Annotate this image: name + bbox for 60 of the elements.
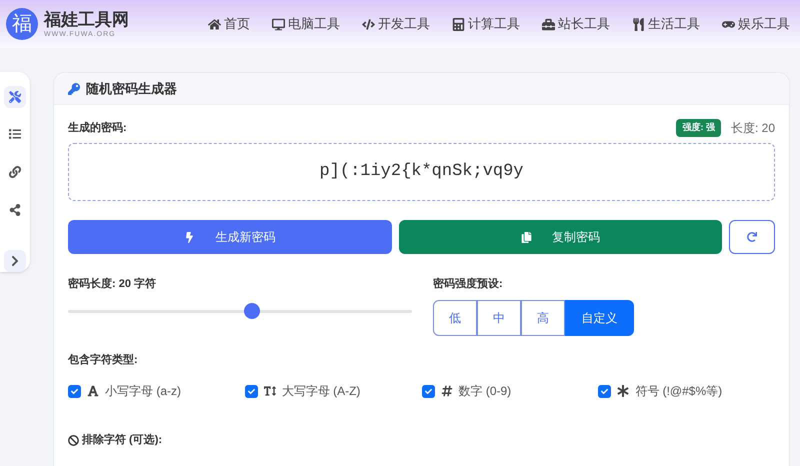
tools-icon [9,90,21,103]
hashtag-icon [440,385,452,397]
exclude-label: 排除字符 (可选): [82,432,162,448]
password-display: p](:1iy2{k*qnSk;vq9y [68,143,775,201]
utensils-icon [632,18,645,30]
desktop-icon [272,18,285,30]
preset-button[interactable]: 中 [477,300,521,336]
toolbox-icon [542,18,555,30]
preset-button[interactable]: 低 [433,300,477,336]
text-height-icon [264,385,276,397]
site-name: 福娃工具网 [44,10,129,30]
logo-badge: 福 [6,8,38,40]
nav-link[interactable]: 开发工具 [362,14,430,34]
chevron-right-icon [9,255,21,268]
type-checkbox[interactable] [422,384,434,398]
asterisk-icon [617,385,630,397]
length-label: 密码长度: 20 字符 [68,276,158,292]
list-icon [9,128,21,140]
nav-link[interactable]: 娱乐工具 [722,14,790,34]
preset-label: 密码强度预设: [433,276,504,292]
type-label: 数字 (0-9) [458,383,512,400]
card-title: 随机密码生成器 [86,80,177,98]
bolt-icon [184,232,196,242]
link-icon [9,166,21,178]
type-label: 小写字母 (a-z) [105,383,182,400]
home-icon [208,18,221,30]
length-text: 长度: 20 [730,120,775,137]
preset-button[interactable]: 高 [521,300,565,336]
type-label: 符号 (!@#$%等) [635,383,722,400]
type-checkbox[interactable] [68,384,81,398]
nav-link[interactable]: 生活工具 [632,14,700,34]
check-icon [248,388,255,394]
calculator-icon [452,18,465,30]
refresh-button[interactable] [729,220,775,254]
nav-link[interactable]: 电脑工具 [272,14,340,34]
copy-button[interactable]: 复制密码 [398,220,722,254]
check-icon [601,388,608,394]
sidebar-button[interactable] [4,250,26,272]
ban-icon [68,434,79,446]
generate-button[interactable]: 生成新密码 [68,220,392,254]
sidebar-button[interactable] [4,86,26,108]
type-checkbox[interactable] [598,384,612,398]
generated-label: 生成的密码: [68,120,127,136]
letter-icon [87,385,99,397]
share-icon [9,204,21,216]
nav-link[interactable]: 计算工具 [452,14,520,34]
type-checkbox[interactable] [244,384,258,398]
length-slider[interactable] [68,302,412,318]
types-label: 包含字符类型: [68,352,139,368]
check-icon [424,388,432,394]
code-icon [362,18,375,30]
key-icon [68,82,80,94]
nav-link[interactable]: 站长工具 [542,14,610,34]
check-icon [71,388,78,394]
preset-button[interactable]: 自定义 [565,300,634,336]
type-label: 大写字母 (A-Z) [282,383,360,400]
strength-badge: 强度: 强 [676,119,721,137]
refresh-icon [747,232,757,242]
copy-icon [520,232,532,242]
nav-link[interactable]: 首页 [208,14,250,34]
